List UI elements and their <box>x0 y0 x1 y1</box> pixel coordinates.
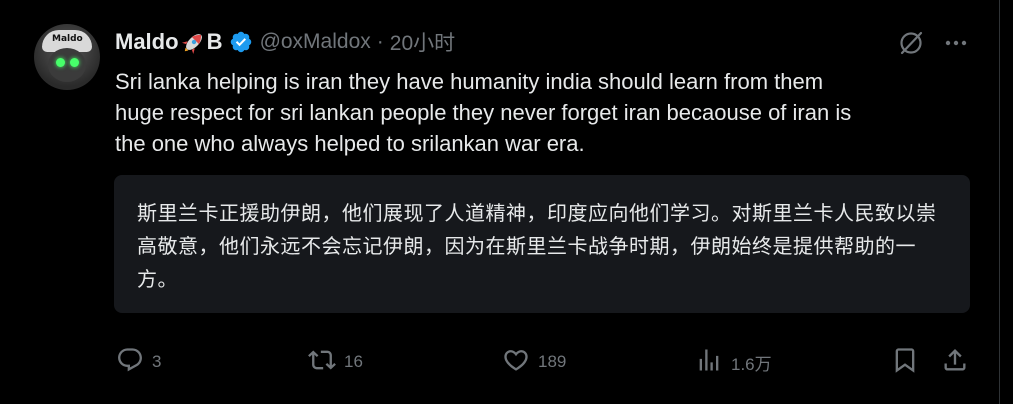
bitcoin-symbol: B <box>206 29 223 54</box>
reply-button[interactable]: 3 <box>116 344 161 380</box>
avatar-face <box>48 48 86 82</box>
repost-button[interactable]: 16 <box>308 344 363 380</box>
post-time[interactable]: 20小时 <box>390 27 455 57</box>
share-button[interactable] <box>941 344 969 380</box>
translation-text: 斯里兰卡正援助伊朗，他们展现了人道精神，印度应向他们学习。对斯里兰卡人民致以崇高… <box>137 201 937 291</box>
author-handle[interactable]: @oxMaldox <box>260 30 371 54</box>
repost-count: 16 <box>344 352 363 371</box>
author-name[interactable]: Maldo <box>115 29 179 55</box>
avatar[interactable]: Maldo <box>34 24 100 90</box>
views-chart-icon <box>695 346 723 379</box>
like-button[interactable]: 189 <box>502 344 566 380</box>
avatar-cap-text: Maldo <box>52 34 83 44</box>
reply-count: 3 <box>152 352 162 371</box>
rocket-emoji-icon <box>181 30 207 55</box>
reply-icon <box>116 346 144 379</box>
like-count: 189 <box>538 352 567 371</box>
share-icon <box>941 346 969 379</box>
more-icon[interactable] <box>944 34 968 52</box>
view-count: 1.6万 <box>731 354 772 374</box>
bookmark-button[interactable] <box>891 344 919 380</box>
avatar-eye-left <box>56 58 65 67</box>
separator-dot: · <box>376 30 384 53</box>
repost-icon <box>308 346 336 379</box>
translation-box: 斯里兰卡正援助伊朗，他们展现了人道精神，印度应向他们学习。对斯里兰卡人民致以崇高… <box>114 175 970 313</box>
bookmark-icon <box>891 346 919 379</box>
action-bar: 3 16 189 1.6万 <box>0 344 1000 380</box>
heart-icon <box>502 346 530 379</box>
verified-badge-icon[interactable] <box>229 30 253 54</box>
tweet-header: Maldo B @oxMaldox · 20小时 <box>115 28 455 56</box>
tweet-card[interactable]: Maldo Maldo B @oxMaldox · 20小时 Sri lanka… <box>0 0 1000 404</box>
grok-icon[interactable] <box>898 30 924 56</box>
tweet-text: Sri lanka helping is iran they have huma… <box>115 69 852 156</box>
views-button[interactable]: 1.6万 <box>695 344 772 380</box>
scrollbar-track[interactable] <box>1000 0 1013 404</box>
avatar-eye-right <box>70 58 79 67</box>
